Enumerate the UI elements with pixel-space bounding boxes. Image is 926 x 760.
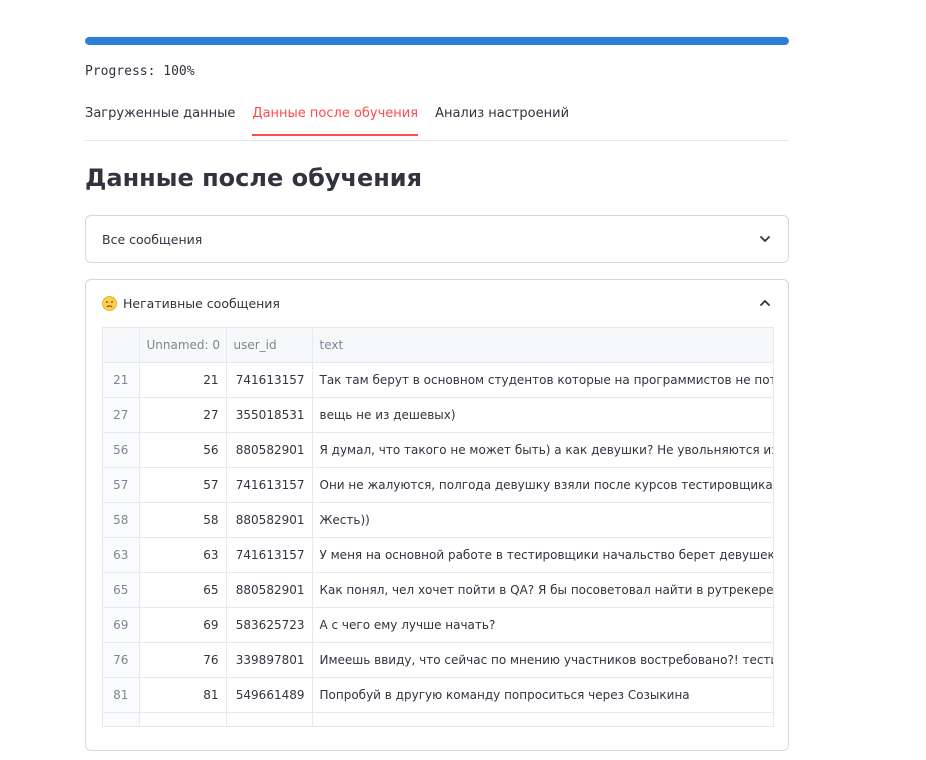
text-cell[interactable]: Попробуй в другую команду попроситься че… — [312, 677, 773, 713]
tab-sentiment-analysis[interactable]: Анализ настроений — [435, 98, 569, 134]
text-cell[interactable]: А с чего ему лучше начать? — [312, 607, 773, 643]
page-title: Данные после обучения — [85, 164, 423, 192]
unnamed-0-cell[interactable]: 56 — [139, 432, 227, 468]
table-row: 81 81 549661489 Попробуй в другую команд… — [103, 677, 773, 713]
table-row: 21 21 741613157 Так там берут в основном… — [103, 362, 773, 398]
column-header-unnamed-0[interactable]: Unnamed: 0 — [139, 328, 227, 363]
progress-bar-fill — [85, 37, 789, 45]
table-header-row: Unnamed: 0 user_id text — [103, 328, 773, 363]
expander-negative-messages-header[interactable]: Негативные сообщения — [102, 281, 772, 325]
row-index-cell: 76 — [103, 642, 140, 678]
user-id-cell[interactable]: 880582901 — [226, 432, 313, 468]
row-index-cell: 69 — [103, 607, 140, 643]
text-cell[interactable]: Они не жалуются, полгода девушку взяли п… — [312, 467, 773, 503]
table-row: 56 56 880582901 Я думал, что такого не м… — [103, 432, 773, 468]
table-row — [103, 712, 773, 726]
user-id-cell[interactable]: 880582901 — [226, 572, 313, 608]
text-cell[interactable]: Я думал, что такого не может быть) а как… — [312, 432, 773, 468]
tab-loaded-data[interactable]: Загруженные данные — [85, 98, 235, 134]
unnamed-0-cell[interactable]: 63 — [139, 537, 227, 573]
column-header-text[interactable]: text — [312, 328, 773, 363]
progress-text: Progress: 100% — [85, 64, 195, 79]
unnamed-0-cell[interactable]: 21 — [139, 362, 227, 398]
unnamed-0-cell[interactable] — [139, 712, 227, 726]
unnamed-0-cell[interactable]: 65 — [139, 572, 227, 608]
user-id-cell[interactable] — [226, 712, 313, 726]
text-cell[interactable]: Имеешь ввиду, что сейчас по мнению участ… — [312, 642, 773, 678]
unnamed-0-cell[interactable]: 58 — [139, 502, 227, 538]
dataframe[interactable]: Unnamed: 0 user_id text 21 21 741613157 … — [102, 327, 774, 727]
user-id-cell[interactable]: 583625723 — [226, 607, 313, 643]
table-row: 57 57 741613157 Они не жалуются, полгода… — [103, 467, 773, 503]
user-id-cell[interactable]: 741613157 — [226, 537, 313, 573]
table-row: 63 63 741613157 У меня на основной работ… — [103, 537, 773, 573]
table-row: 76 76 339897801 Имеешь ввиду, что сейчас… — [103, 642, 773, 678]
expander-all-messages-header[interactable]: Все сообщения — [102, 216, 772, 262]
column-header-user-id[interactable]: user_id — [226, 328, 313, 363]
text-cell[interactable]: У меня на основной работе в тестировщики… — [312, 537, 773, 573]
unnamed-0-cell[interactable]: 27 — [139, 397, 227, 433]
row-index-cell: 21 — [103, 362, 140, 398]
row-index-cell: 65 — [103, 572, 140, 608]
table-row: 58 58 880582901 Жесть)) — [103, 502, 773, 538]
unnamed-0-cell[interactable]: 76 — [139, 642, 227, 678]
chevron-down-icon — [760, 236, 770, 242]
text-cell[interactable]: вещь не из дешевых) — [312, 397, 773, 433]
user-id-cell[interactable]: 355018531 — [226, 397, 313, 433]
user-id-cell[interactable]: 741613157 — [226, 467, 313, 503]
text-cell[interactable]: Так там берут в основном студентов котор… — [312, 362, 773, 398]
chevron-up-icon — [760, 300, 770, 306]
column-header-index[interactable] — [103, 328, 140, 363]
unnamed-0-cell[interactable]: 81 — [139, 677, 227, 713]
expander-all-messages-label: Все сообщения — [102, 231, 203, 247]
user-id-cell[interactable]: 339897801 — [226, 642, 313, 678]
progress-bar — [85, 37, 789, 45]
user-id-cell[interactable]: 549661489 — [226, 677, 313, 713]
text-cell[interactable]: Как понял, чел хочет пойти в QA? Я бы по… — [312, 572, 773, 608]
row-index-cell: 56 — [103, 432, 140, 468]
dataframe-table: Unnamed: 0 user_id text 21 21 741613157 … — [103, 328, 773, 726]
row-index-cell: 81 — [103, 677, 140, 713]
slightly-frowning-face-icon — [102, 295, 117, 311]
unnamed-0-cell[interactable]: 69 — [139, 607, 227, 643]
expander-negative-messages: Негативные сообщения Unnamed: 0 user_id — [85, 279, 789, 751]
table-row: 27 27 355018531 вещь не из дешевых) — [103, 397, 773, 433]
tab-data-after-training[interactable]: Данные после обучения — [252, 98, 418, 136]
row-index-cell — [103, 712, 140, 726]
user-id-cell[interactable]: 741613157 — [226, 362, 313, 398]
table-row: 65 65 880582901 Как понял, чел хочет пой… — [103, 572, 773, 608]
user-id-cell[interactable]: 880582901 — [226, 502, 313, 538]
text-cell[interactable] — [312, 712, 773, 726]
table-row: 69 69 583625723 А с чего ему лучше начат… — [103, 607, 773, 643]
row-index-cell: 27 — [103, 397, 140, 433]
expander-negative-messages-label: Негативные сообщения — [123, 295, 280, 311]
row-index-cell: 63 — [103, 537, 140, 573]
tab-bar: Загруженные данные Данные после обучения… — [85, 98, 789, 141]
unnamed-0-cell[interactable]: 57 — [139, 467, 227, 503]
row-index-cell: 57 — [103, 467, 140, 503]
text-cell[interactable]: Жесть)) — [312, 502, 773, 538]
row-index-cell: 58 — [103, 502, 140, 538]
expander-all-messages: Все сообщения — [85, 215, 789, 263]
